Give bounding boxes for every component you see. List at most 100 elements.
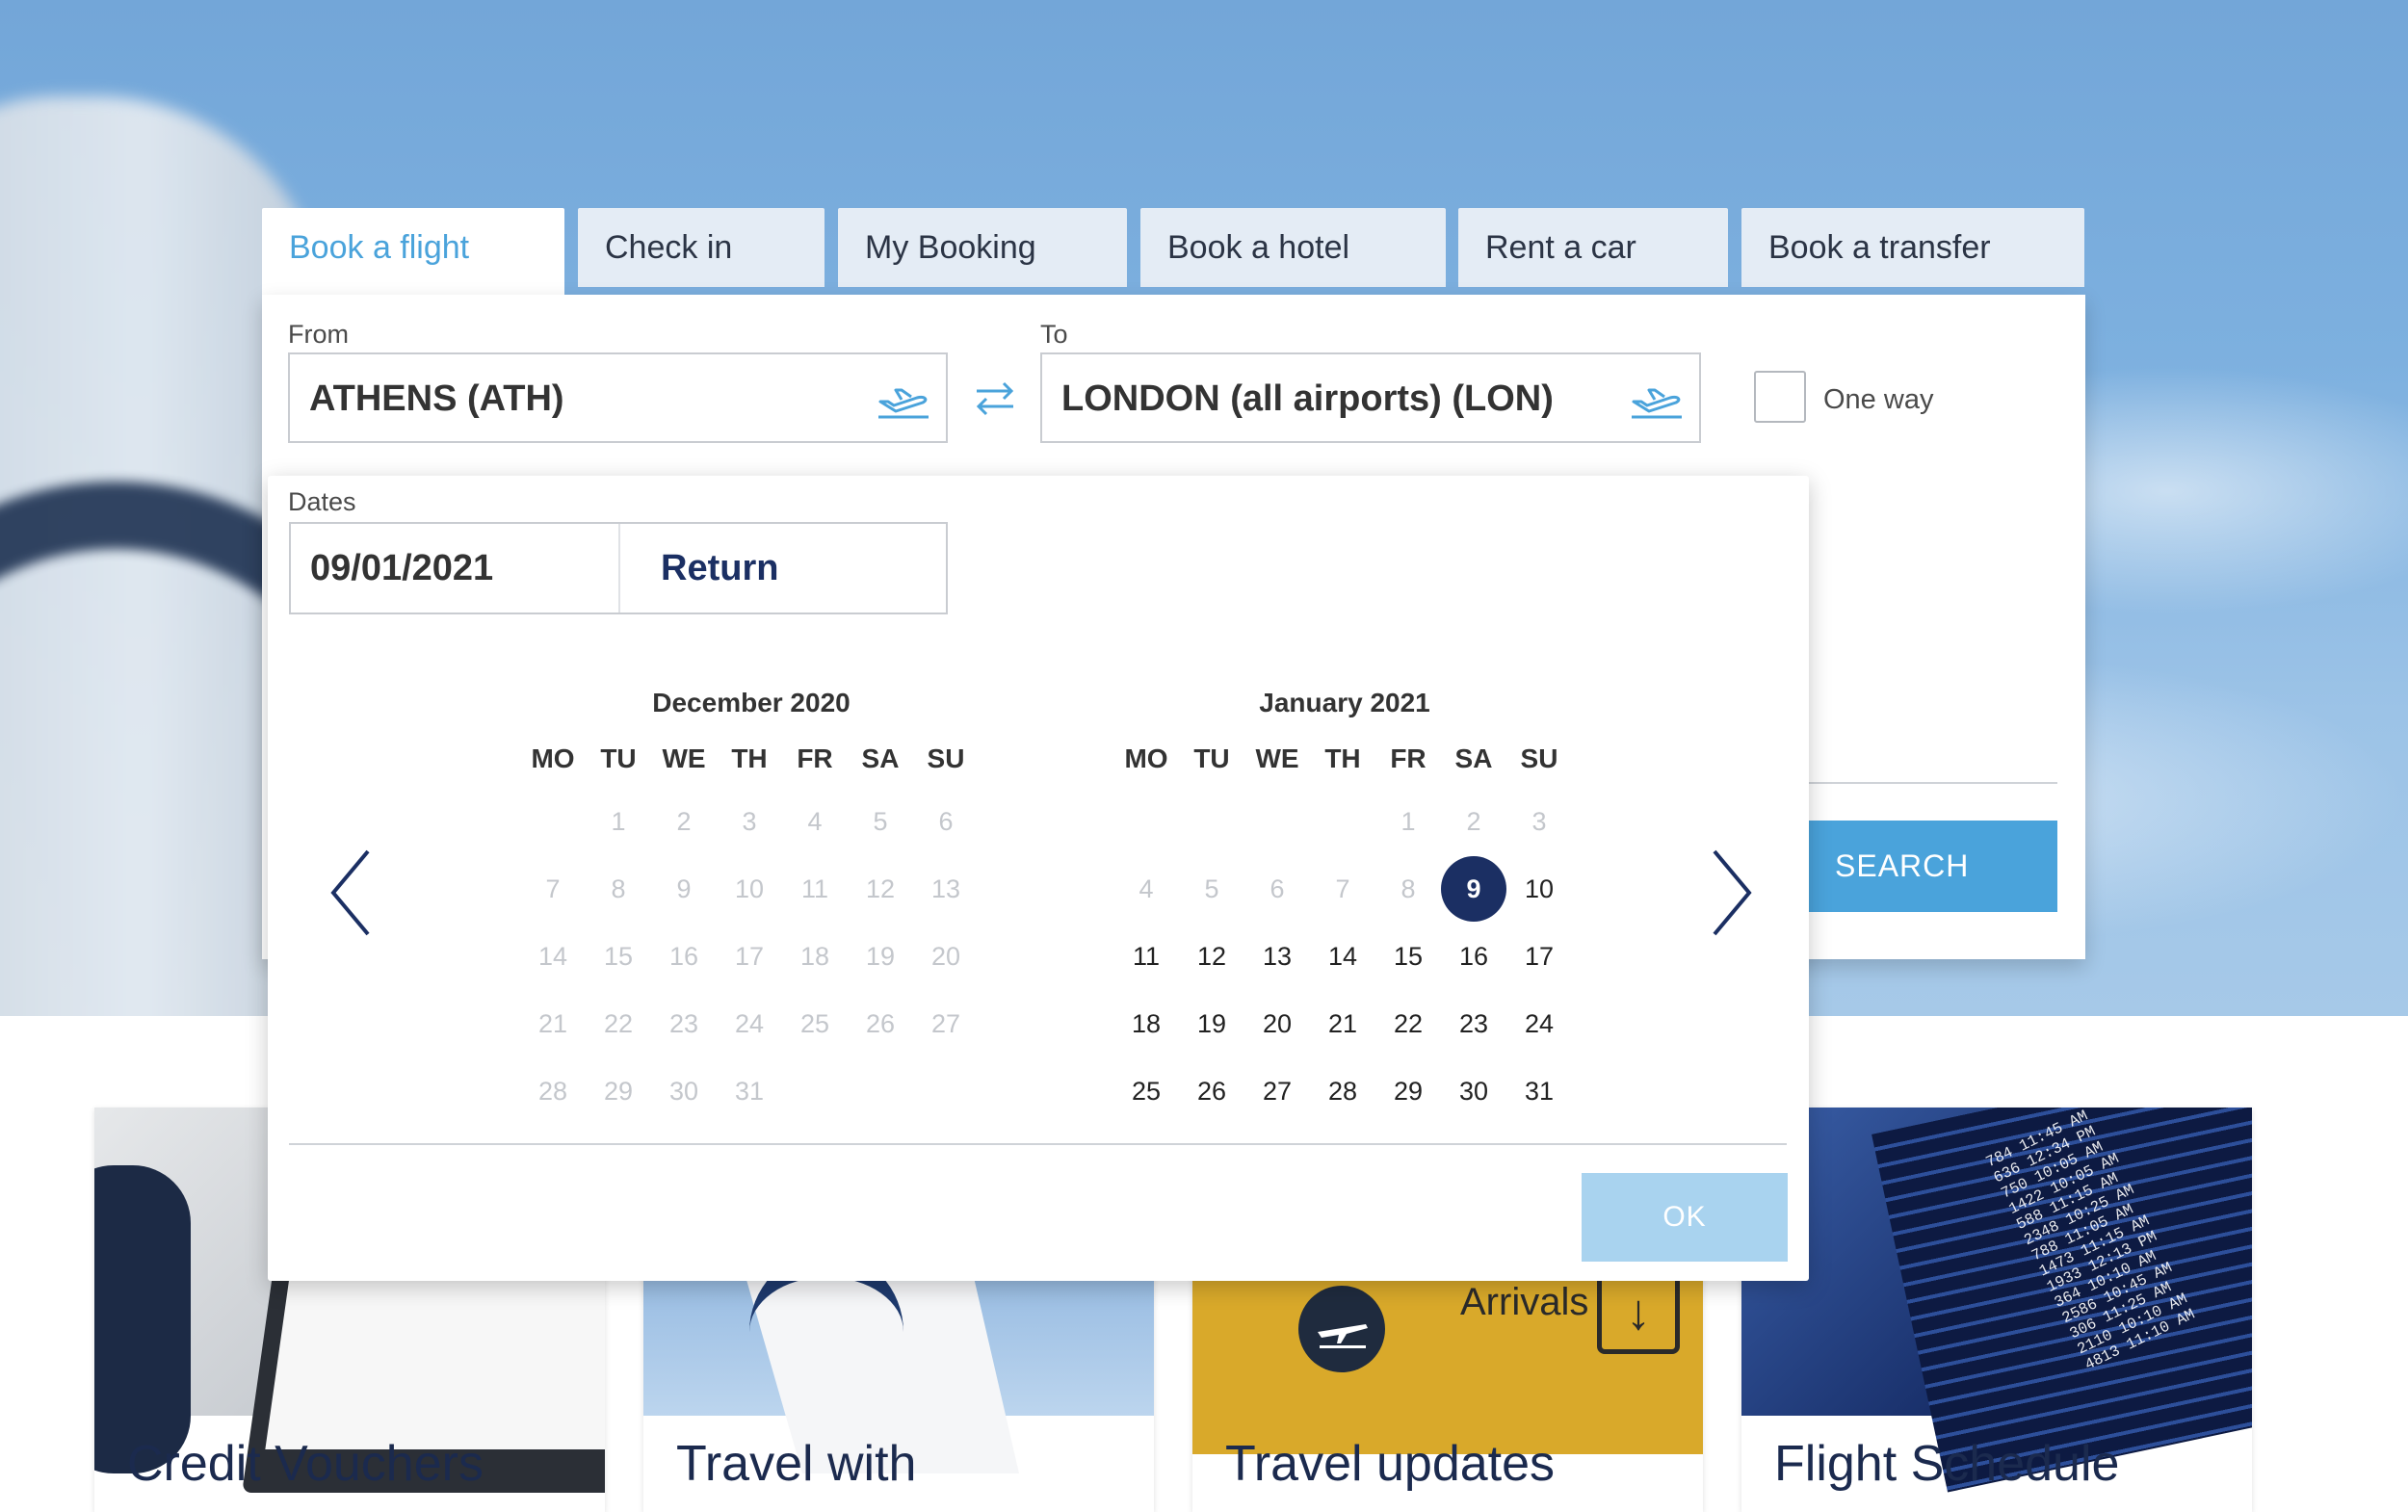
card-flight-schedule[interactable]: 784 11:45 AM 636 12:34 PM 750 10:05 AM 1… xyxy=(1741,1108,2252,1512)
popup-divider xyxy=(289,1143,1787,1145)
laptop-screen xyxy=(265,1276,605,1449)
calendar-day: 21 xyxy=(537,1009,568,1038)
tab-my-booking[interactable]: My Booking xyxy=(838,208,1127,287)
calendar-day: 5 xyxy=(1204,874,1219,903)
to-label: To xyxy=(1040,320,1068,349)
calendar-day[interactable]: 25 xyxy=(1113,1057,1179,1125)
chevron-left-icon[interactable] xyxy=(322,840,380,946)
from-label: From xyxy=(288,320,349,349)
calendar-day[interactable]: 24 xyxy=(1506,990,1572,1057)
panel-divider xyxy=(1792,782,2057,784)
calendar-day: 8 xyxy=(611,874,626,903)
weekday-header: MO TU WE TH FR SA SU xyxy=(520,743,982,774)
calendar-day: 24 xyxy=(734,1009,765,1038)
calendar-day[interactable]: 30 xyxy=(1441,1057,1506,1125)
calendar-day[interactable]: 14 xyxy=(1310,923,1375,990)
dates-separator xyxy=(618,524,620,613)
one-way-checkbox[interactable] xyxy=(1754,371,1806,423)
calendar-day: 17 xyxy=(734,942,765,971)
card-title[interactable]: Flight Schedule xyxy=(1774,1435,2119,1493)
chevron-right-icon[interactable] xyxy=(1703,840,1761,946)
calendar-day[interactable]: 13 xyxy=(1244,923,1310,990)
tab-rent-car[interactable]: Rent a car xyxy=(1458,208,1728,287)
card-title[interactable]: Credit Vouchers xyxy=(127,1435,484,1493)
calendar-day: 19 xyxy=(865,942,896,971)
to-field[interactable]: LONDON (all airports) (LON) xyxy=(1040,352,1701,443)
weekday-label: SA xyxy=(1454,743,1493,773)
calendar-day: 11 xyxy=(800,874,829,903)
calendar-day: 7 xyxy=(1335,874,1350,903)
calendar-day[interactable]: 21 xyxy=(1310,990,1375,1057)
calendar-day: 15 xyxy=(603,942,634,971)
weekday-label: FR xyxy=(1390,743,1426,773)
calendar-day: 26 xyxy=(865,1009,896,1038)
calendar-day[interactable]: 17 xyxy=(1506,923,1572,990)
calendar-day[interactable]: 15 xyxy=(1375,923,1441,990)
calendar-day: 6 xyxy=(938,807,954,836)
calendar-day[interactable]: 18 xyxy=(1113,990,1179,1057)
calendar-day-selected[interactable]: 9 xyxy=(1441,855,1506,923)
arrivals-text: Arrivals xyxy=(1460,1281,1589,1323)
calendar-day: 1 xyxy=(1400,807,1416,836)
calendar-day[interactable]: 31 xyxy=(1506,1057,1572,1125)
one-way-label[interactable]: One way xyxy=(1823,384,1933,416)
dates-label: Dates xyxy=(288,487,356,516)
to-value: LONDON (all airports) (LON) xyxy=(1061,378,1554,419)
calendar-day[interactable]: 16 xyxy=(1441,923,1506,990)
tab-book-flight[interactable]: Book a flight xyxy=(262,208,564,297)
calendar-day: 16 xyxy=(668,942,699,971)
calendar-day: 7 xyxy=(545,874,561,903)
calendar-day[interactable]: 10 xyxy=(1506,855,1572,923)
from-field[interactable]: ATHENS (ATH) xyxy=(288,352,948,443)
tab-book-hotel[interactable]: Book a hotel xyxy=(1140,208,1446,287)
calendar-day: 10 xyxy=(734,874,765,903)
weekday-label: SA xyxy=(861,743,900,773)
calendar-day: 31 xyxy=(734,1077,765,1106)
calendar-day: 28 xyxy=(537,1077,568,1106)
return-date[interactable]: Return xyxy=(661,524,778,613)
plane-takeoff-icon xyxy=(1632,388,1682,419)
calendar-day: 23 xyxy=(668,1009,699,1038)
calendar-day[interactable]: 28 xyxy=(1310,1057,1375,1125)
ok-button[interactable]: OK xyxy=(1582,1173,1788,1262)
calendar-day[interactable]: 27 xyxy=(1244,1057,1310,1125)
calendar-day: 1 xyxy=(611,807,626,836)
weekday-label: TH xyxy=(1324,743,1361,773)
date-picker-popup: Dates 09/01/2021 Return December 2020 MO… xyxy=(268,476,1809,1281)
tab-book-transfer[interactable]: Book a transfer xyxy=(1741,208,2084,287)
calendar-day: 4 xyxy=(1139,874,1154,903)
weekday-label: SU xyxy=(1520,743,1558,773)
calendar-day: 25 xyxy=(799,1009,830,1038)
card-title[interactable]: Travel updates xyxy=(1225,1435,1555,1493)
search-button[interactable]: SEARCH xyxy=(1792,821,2057,912)
calendar-day[interactable]: 22 xyxy=(1375,990,1441,1057)
weekday-label: FR xyxy=(797,743,833,773)
calendar-day[interactable]: 19 xyxy=(1179,990,1244,1057)
weekday-label: MO xyxy=(1124,743,1168,773)
weekday-label: TU xyxy=(1193,743,1230,773)
weekday-label: WE xyxy=(1255,743,1299,773)
weekday-header: MO TU WE TH FR SA SU xyxy=(1113,743,1576,774)
calendar-day: 18 xyxy=(799,942,830,971)
calendar-day: 4 xyxy=(807,807,823,836)
calendar-day[interactable]: 29 xyxy=(1375,1057,1441,1125)
calendar-day[interactable]: 26 xyxy=(1179,1057,1244,1125)
calendar-day: 22 xyxy=(603,1009,634,1038)
calendar-day: 29 xyxy=(603,1077,634,1106)
card-image-departures-board: 784 11:45 AM 636 12:34 PM 750 10:05 AM 1… xyxy=(1741,1108,2252,1493)
month-title: January 2021 xyxy=(1259,688,1430,717)
departure-date[interactable]: 09/01/2021 xyxy=(310,524,493,613)
calendar-day: 30 xyxy=(668,1077,699,1106)
card-title[interactable]: Travel with xyxy=(676,1435,916,1493)
month-title: December 2020 xyxy=(652,688,851,717)
tab-check-in[interactable]: Check in xyxy=(578,208,824,287)
swap-arrows-icon[interactable] xyxy=(973,378,1017,420)
calendar-day[interactable]: 23 xyxy=(1441,990,1506,1057)
calendar-day: 27 xyxy=(930,1009,961,1038)
calendar-day[interactable]: 12 xyxy=(1179,923,1244,990)
dates-field[interactable]: 09/01/2021 Return xyxy=(289,522,948,614)
plane-landing-icon xyxy=(1298,1286,1385,1372)
calendar-day[interactable]: 20 xyxy=(1244,990,1310,1057)
calendar-day[interactable]: 11 xyxy=(1113,923,1179,990)
weekday-label: WE xyxy=(662,743,706,773)
